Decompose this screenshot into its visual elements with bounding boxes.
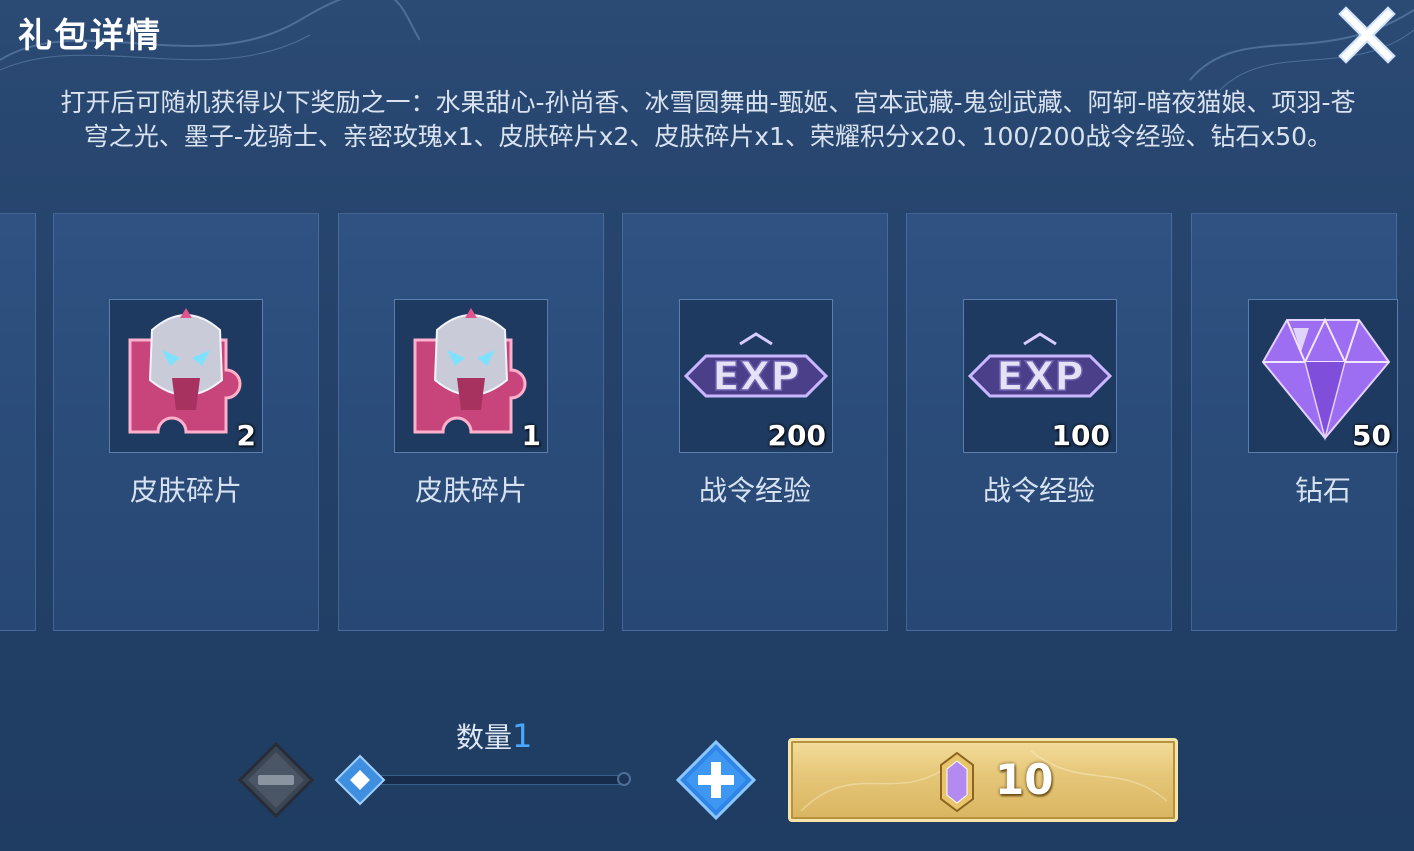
quantity-slider-end	[617, 772, 631, 786]
gem-coin-icon	[940, 751, 974, 813]
reward-quantity: 50	[1352, 419, 1391, 452]
reward-quantity: 200	[767, 419, 826, 452]
button-swirl-decoration	[800, 750, 1168, 812]
reward-card[interactable]: 1 皮肤碎片	[338, 213, 604, 631]
quantity-slider-track[interactable]	[360, 775, 630, 785]
reward-card[interactable]: 2 皮肤碎片	[53, 213, 319, 631]
decrease-quantity-button[interactable]	[237, 741, 315, 819]
quantity-label: 数量1	[456, 716, 532, 756]
quantity-value: 1	[512, 717, 533, 755]
svg-text:EXP: EXP	[996, 354, 1083, 400]
close-button[interactable]	[1338, 6, 1396, 64]
purchase-price: 10	[995, 755, 1054, 804]
reward-description: 打开后可随机获得以下奖励之一：水果甜心-孙尚香、冰雪圆舞曲-甄姬、宫本武藏-鬼剑…	[60, 88, 1356, 151]
reward-icon-frame: EXP 100	[963, 299, 1117, 453]
svg-text:EXP: EXP	[712, 354, 799, 400]
reward-icon-frame: 2	[109, 299, 263, 453]
purchase-button[interactable]: 10	[788, 738, 1178, 822]
reward-label: 钻石	[1294, 474, 1351, 507]
reward-card[interactable]: EXP 100 战令经验	[906, 213, 1172, 631]
reward-card-partial	[0, 213, 36, 631]
reward-label: 战令经验	[982, 474, 1095, 507]
diamond-handle-icon	[334, 754, 386, 806]
reward-card[interactable]: 50 钻石	[1191, 213, 1398, 631]
reward-label: 皮肤碎片	[129, 474, 242, 507]
reward-label: 皮肤碎片	[414, 474, 527, 507]
reward-quantity: 2	[236, 419, 256, 452]
increase-quantity-button[interactable]	[675, 739, 757, 821]
reward-list[interactable]: 2 皮肤碎片 1 皮肤碎片 EXP 200 战令经验 EXP 100 战令经验 …	[0, 213, 1414, 633]
reward-icon-frame: EXP 200	[679, 299, 833, 453]
quantity-label-text: 数量	[456, 721, 513, 754]
close-icon	[1338, 6, 1396, 64]
minus-icon	[237, 741, 315, 819]
reward-quantity: 1	[521, 419, 541, 452]
reward-label: 战令经验	[698, 474, 811, 507]
reward-quantity: 100	[1051, 419, 1110, 452]
reward-icon-frame: 50	[1248, 299, 1398, 453]
quantity-slider-handle[interactable]	[334, 754, 386, 806]
reward-icon-frame: 1	[394, 299, 548, 453]
page-title: 礼包详情	[18, 16, 162, 56]
plus-icon	[675, 739, 757, 821]
reward-card[interactable]: EXP 200 战令经验	[622, 213, 888, 631]
